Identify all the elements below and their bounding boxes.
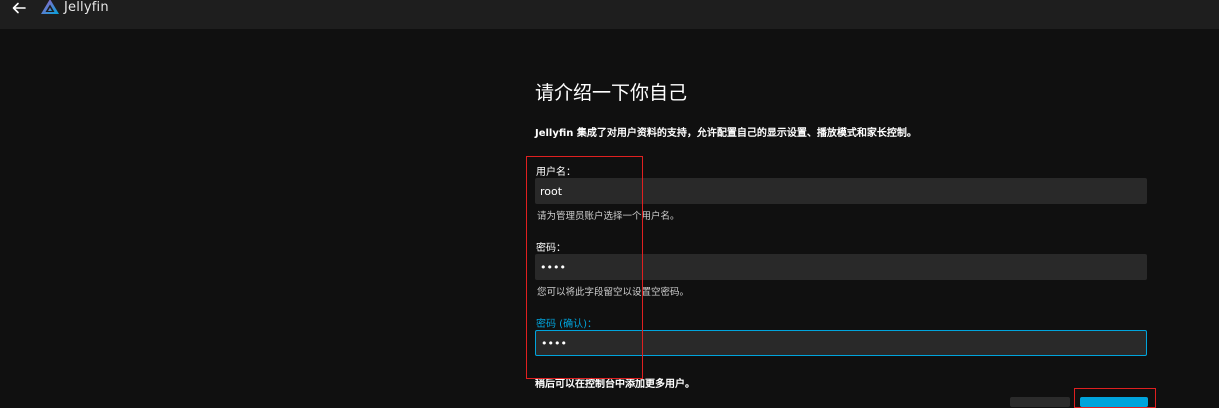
arrow-left-icon <box>12 2 26 14</box>
password-help: 您可以将此字段留空以设置空密码。 <box>537 287 690 298</box>
top-bar: Jellyfin <box>0 0 1219 29</box>
password-confirm-input[interactable] <box>535 330 1147 356</box>
page-title: 请介绍一下你自己 <box>535 82 688 104</box>
password-confirm-label: 密码 (确认)： <box>536 319 597 330</box>
username-input[interactable] <box>535 178 1147 204</box>
password-input[interactable] <box>535 254 1147 280</box>
footer-note: 稍后可以在控制台中添加更多用户。 <box>535 379 695 390</box>
username-help: 请为管理员账户选择一个用户名。 <box>537 211 680 222</box>
next-button[interactable] <box>1080 397 1148 407</box>
app-logo[interactable]: Jellyfin <box>40 0 109 17</box>
app-name: Jellyfin <box>64 0 109 15</box>
username-label: 用户名： <box>536 167 576 178</box>
previous-button[interactable] <box>1010 397 1070 407</box>
setup-user-form: 请介绍一下你自己 Jellyfin 集成了对用户资料的支持，允许配置自己的显示设… <box>535 80 1147 390</box>
intro-text: Jellyfin 集成了对用户资料的支持，允许配置自己的显示设置、播放模式和家长… <box>535 128 917 139</box>
back-button[interactable] <box>9 0 29 16</box>
password-label: 密码： <box>536 243 566 254</box>
jellyfin-logo-icon <box>41 0 59 14</box>
